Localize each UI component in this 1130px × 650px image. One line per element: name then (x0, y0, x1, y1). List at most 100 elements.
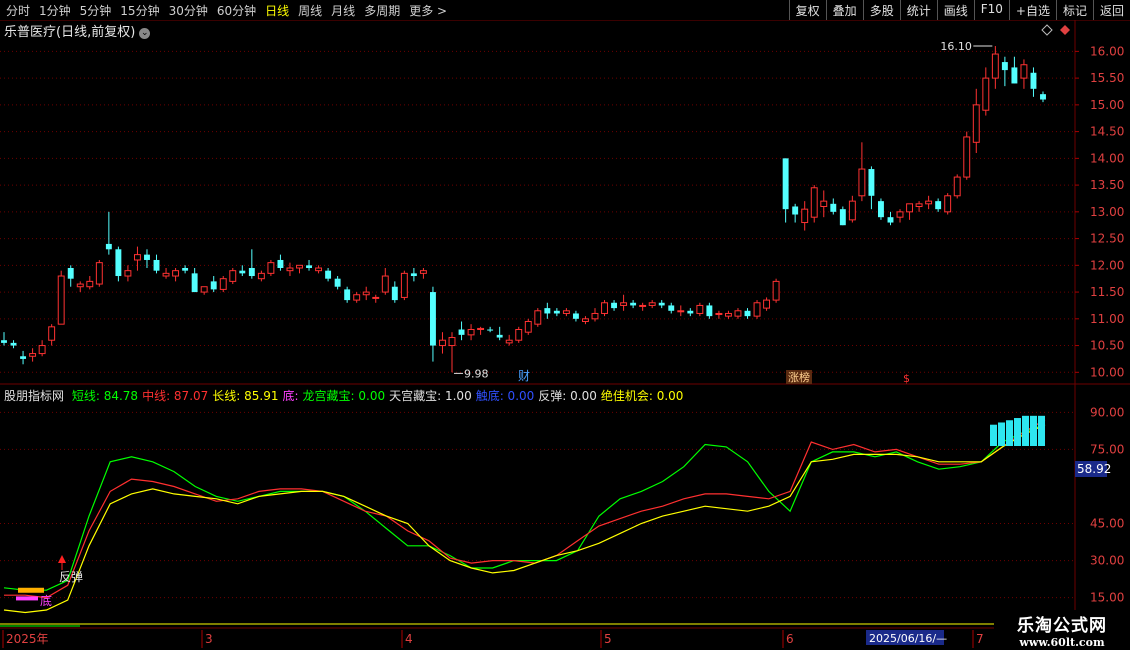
candle-body-106 (1011, 67, 1018, 84)
candle-body-45 (429, 292, 436, 346)
badge-cai: 财 (518, 369, 530, 383)
candle-body-44 (419, 270, 427, 274)
candle-body-47 (448, 337, 456, 347)
rebound-label: 反弹 (59, 570, 83, 584)
candle-body-54 (515, 329, 523, 341)
candle-body-1 (10, 342, 17, 346)
candle-body-13 (124, 270, 132, 277)
candle-body-9 (86, 280, 94, 288)
candle-body-40 (381, 275, 389, 293)
indicator-line-2 (3, 424, 1046, 614)
candle-body-72 (687, 310, 694, 314)
candle-body-89 (848, 200, 856, 221)
candle-body-14 (133, 254, 141, 261)
main-tick-label-12: 16.00 (1090, 44, 1124, 58)
candle-body-91 (868, 169, 875, 196)
candle-body-10 (95, 262, 103, 285)
indicator-item-3: 底: (282, 389, 299, 403)
badge-zhangbang: 涨榜 (788, 370, 810, 384)
main-tick-label-0: 10.00 (1090, 365, 1124, 379)
candle-body-67 (639, 304, 647, 307)
main-tick-label-11: 15.50 (1090, 71, 1124, 85)
main-tick-label-4: 12.00 (1090, 258, 1124, 272)
candle-body-6 (57, 275, 65, 325)
candle-body-63 (601, 302, 608, 314)
indicator-bar-2 (1006, 420, 1013, 446)
indicator-bar-6 (1038, 415, 1045, 446)
candle-body-57 (544, 308, 551, 314)
candle-body-100 (953, 176, 961, 197)
candle-body-83 (792, 206, 799, 215)
candle-body-85 (810, 187, 818, 218)
candle-body-105 (1001, 62, 1008, 71)
candle-body-65 (620, 302, 628, 306)
candle-body-36 (344, 289, 351, 301)
ind-tick-label-2: 45.00 (1090, 517, 1124, 531)
candle-body-46 (439, 339, 446, 347)
indicator-name[interactable]: 股朋指标网 (4, 389, 64, 403)
time-label-4: 6 (786, 632, 794, 646)
candle-body-96 (915, 203, 923, 207)
watermark-line1: 乐淘公式网 (1017, 616, 1107, 636)
candle-body-71 (677, 310, 685, 313)
candle-body-53 (505, 339, 513, 344)
kline-chart[interactable]: 10.00 10.50 11.00 11.50 12.00 12.50 13.00 13.50… (0, 0, 1130, 650)
candle-body-61 (582, 318, 589, 322)
ind-tick-label-1: 30.00 (1090, 554, 1124, 568)
candle-body-48 (458, 329, 465, 335)
candle-body-29 (277, 259, 284, 268)
main-tick-label-8: 14.00 (1090, 151, 1124, 165)
candle-body-108 (1030, 72, 1037, 89)
candle-body-69 (658, 302, 665, 306)
ind-tick-label-4: 90.00 (1090, 405, 1124, 419)
candle-body-78 (744, 310, 751, 317)
candle-body-82 (782, 158, 789, 210)
candle-body-19 (182, 268, 189, 271)
candle-body-0 (1, 340, 7, 343)
candle-body-74 (706, 305, 713, 317)
indicator-legend: 股朋指标网 短线: 84.78 中线: 87.07 长线: 85.91 底: 龙宫藏宝:… (4, 387, 687, 404)
candle-body-43 (410, 273, 417, 277)
indicator-item-5: 天宫藏宝: 1.00 (389, 389, 472, 403)
indicator-bar-4 (1022, 415, 1029, 446)
current-value-label: 58.92 (1077, 462, 1111, 476)
candle-body-55 (524, 320, 532, 333)
indicator-bar-0 (990, 424, 997, 446)
candle-body-98 (935, 201, 942, 210)
candle-body-4 (38, 345, 46, 355)
candle-body-88 (839, 209, 846, 226)
marker-yellow (18, 587, 44, 593)
indicator-item-8: 绝佳机会: 0.00 (600, 389, 684, 403)
candle-body-68 (648, 302, 656, 306)
main-tick-label-2: 11.00 (1090, 312, 1124, 326)
indicator-line-1 (4, 419, 1046, 599)
candle-body-64 (611, 302, 618, 309)
indicator-item-6: 触底: 0.00 (475, 389, 535, 403)
indicator-bar-1 (998, 422, 1005, 446)
rebound-arrow-icon (58, 555, 66, 563)
candle-body-31 (296, 264, 303, 269)
candle-body-8 (76, 283, 84, 288)
candle-body-103 (982, 77, 990, 111)
candle-body-42 (400, 272, 408, 298)
candle-body-95 (906, 203, 914, 213)
candle-body-12 (115, 249, 122, 277)
candle-body-50 (477, 327, 485, 331)
candle-body-16 (153, 259, 160, 271)
diamond-icon (1041, 24, 1053, 36)
candle-body-32 (306, 265, 312, 268)
candle-body-87 (830, 203, 837, 212)
candle-body-76 (724, 312, 732, 317)
candle-body-26 (248, 268, 255, 277)
candle-body-94 (896, 211, 904, 218)
dropdown-icon[interactable]: ⌄ (139, 28, 151, 39)
indicator-bar-5 (1030, 415, 1037, 446)
candle-body-99 (944, 195, 952, 213)
watermark: 乐淘公式网 www.60lt.com (994, 610, 1130, 650)
ind-tick-label-0: 15.00 (1090, 591, 1124, 605)
candle-body-77 (734, 310, 742, 317)
candle-body-37 (353, 294, 361, 301)
indicator-bar-3 (1014, 418, 1021, 446)
bottom-label: 底 (40, 593, 52, 608)
candle-body-58 (553, 310, 560, 314)
